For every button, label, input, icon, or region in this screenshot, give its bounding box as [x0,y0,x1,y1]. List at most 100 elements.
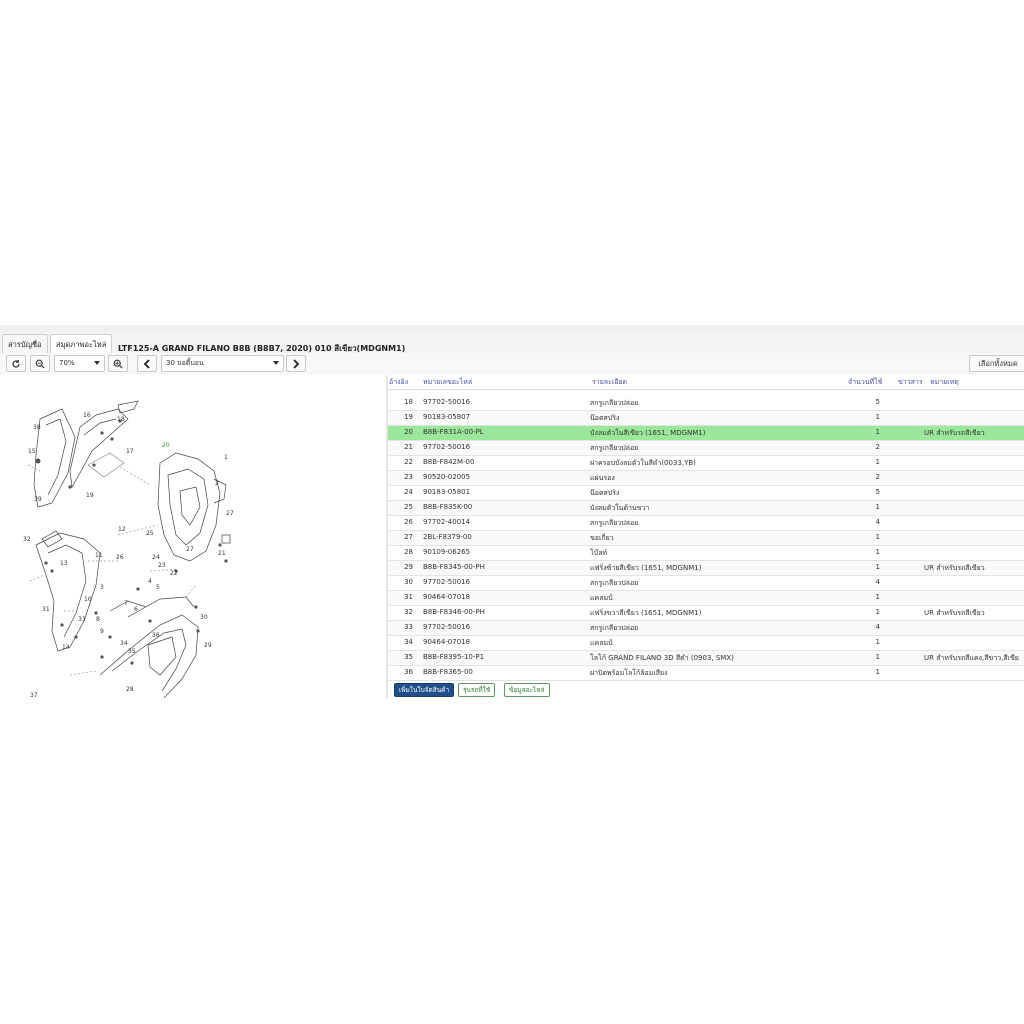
table-row[interactable]: 34 90464-07018 แคลมป์ 1 [388,636,1024,651]
zoom-out-button[interactable] [30,355,50,372]
callout-23[interactable]: 23 [158,562,166,569]
parts-diagram[interactable]: 38 16 18 15 19 17 39 1 27 2 27 12 25 26 … [0,375,386,698]
callout-25[interactable]: 25 [146,530,154,537]
callout-27[interactable]: 27 [226,510,234,517]
callout-7[interactable]: 7 [124,600,128,607]
table-row[interactable]: 27 2BL-F8379-00 ขอเกี่ยว 1 [388,531,1024,546]
callout-26[interactable]: 26 [116,554,124,561]
table-row[interactable]: 23 90520-02005 แผ่นรอง 2 [388,471,1024,486]
callout-37[interactable]: 37 [30,692,38,698]
callout-18[interactable]: 18 [117,416,125,423]
zoom-in-button[interactable] [108,355,128,372]
callout-12[interactable]: 12 [118,526,126,533]
callout-39[interactable]: 39 [34,496,42,503]
table-row[interactable]: 21 97702-50016 สกรูเกลียวปล่อย 2 [388,441,1024,456]
callout-1[interactable]: 1 [224,454,228,461]
table-row[interactable]: 32 B8B-F8346-00-PH แฟริ่งขวาสีเขียว (1651,… [388,606,1024,621]
table-header: อ้างอิง หมายเลขอะไหล่ รายละเอียด จำนวนที… [388,375,1024,390]
cell-ref: 27 [404,533,413,541]
cell-ref: 34 [404,638,413,646]
select-all-button[interactable]: เลือกทั้งหมด [969,355,1024,372]
callout-38[interactable]: 38 [33,424,41,431]
callout-17[interactable]: 17 [126,448,134,455]
callout-16[interactable]: 16 [83,412,91,419]
cell-description: แฟริ่งซ้ายสีเขียว (1651, MDGNM1) [590,564,702,572]
callout-36[interactable]: 36 [152,632,160,639]
tab-parts-catalog[interactable]: สมุดภาพอะไหล่ [50,334,112,353]
callout-31[interactable]: 31 [42,606,50,613]
callout-24[interactable]: 24 [152,554,160,561]
cell-part-number: 90183-05801 [423,488,471,496]
table-row[interactable]: 22 B8B-F842M-00 ฝาครอบบังลมตัวในสีดำ(0033,… [388,456,1024,471]
prev-section-button[interactable] [137,355,157,372]
part-info-button[interactable]: ข้อมูลอะไหล่ [504,683,550,697]
table-row[interactable]: 26 97702-40014 สกรูเกลียวปล่อย 4 [388,516,1024,531]
callout-2[interactable]: 2 [215,480,219,487]
col-header-description[interactable]: รายละเอียด [592,377,627,388]
next-section-button[interactable] [286,355,306,372]
callout-27b[interactable]: 27 [186,546,194,553]
table-row[interactable]: 29 B8B-F8345-00-PH แฟริ่งซ้ายสีเขียว (1651… [388,561,1024,576]
callout-20-highlighted[interactable]: 20 [162,442,170,449]
table-row[interactable]: 19 90183-05807 น๊อตสปริง 1 [388,411,1024,426]
chevron-down-icon [273,361,279,365]
table-row[interactable]: 35 B8B-F8395-10-P1 โลโก้ GRAND FILANO 3D ส… [388,651,1024,666]
cell-ref: 30 [404,578,413,586]
callout-21[interactable]: 21 [218,550,226,557]
table-row[interactable]: 24 90183-05801 น๊อตสปริง 5 [388,486,1024,501]
cell-description: สกรูเกลียวปล่อย [590,399,639,407]
callout-11[interactable]: 11 [95,552,103,559]
tab-index[interactable]: สารบัญชื่อ [2,334,48,353]
cell-quantity: 4 [875,578,880,586]
col-header-news[interactable]: ข่าวสาร [898,377,923,388]
callout-22[interactable]: 22 [170,570,178,577]
col-header-note[interactable]: หมายเหตุ [930,377,959,388]
callout-14[interactable]: 14 [62,644,70,651]
section-select[interactable]: 30 บอดี้บอน [161,355,284,372]
callout-35[interactable]: 35 [128,648,136,655]
callout-15[interactable]: 15 [28,448,36,455]
callout-5[interactable]: 5 [156,584,160,591]
callout-13[interactable]: 13 [60,560,68,567]
callout-9[interactable]: 9 [100,628,104,635]
callout-10[interactable]: 10 [84,596,92,603]
cell-ref: 21 [404,443,413,451]
table-row[interactable]: 36 B8B-F8365-00 ฝาปิดพร้อมโลโก้ล้อมเสียง 1 [388,666,1024,680]
callout-3[interactable]: 3 [100,584,104,591]
cell-ref: 25 [404,503,413,511]
zoom-in-icon [113,359,123,368]
zoom-select[interactable]: 70% [54,355,105,372]
table-row[interactable]: 31 90464-07018 แคลมป์ 1 [388,591,1024,606]
cell-description: โลโก้ GRAND FILANO 3D สีดำ (0903, SMX) [590,654,734,662]
refresh-button[interactable] [6,355,26,372]
col-header-part-number[interactable]: หมายเลขอะไหล่ [423,377,472,388]
callout-28[interactable]: 28 [126,686,134,693]
callout-8[interactable]: 8 [96,616,100,623]
compatible-models-button[interactable]: รุ่นรถที่ใช้ [458,683,496,697]
table-row[interactable]: 28 90109-06265 โบ๊ลท์ 1 [388,546,1024,561]
table-row[interactable]: 18 97702-50016 สกรูเกลียวปล่อย 5 [388,396,1024,411]
col-header-quantity[interactable]: จำนวนที่ใช้ [848,377,882,388]
cell-quantity: 5 [875,398,880,406]
callout-33[interactable]: 33 [78,616,86,623]
cell-part-number: 97702-50016 [423,398,471,406]
cell-quantity: 1 [875,593,880,601]
cell-ref: 19 [404,413,413,421]
callout-4[interactable]: 4 [148,578,152,585]
callout-30[interactable]: 30 [200,614,208,621]
cell-quantity: 5 [875,488,880,496]
add-to-list-button[interactable]: เพิ่มในใบจัดสินค้า [394,683,455,697]
cell-description: โบ๊ลท์ [590,549,608,557]
table-row[interactable]: 25 B8B-F835K-00 บังลมตัวในด้านขวา 1 [388,501,1024,516]
table-row[interactable]: 33 97702-50016 สกรูเกลียวปล่อย 4 [388,621,1024,636]
table-row[interactable]: 30 97702-50016 สกรูเกลียวปล่อย 4 [388,576,1024,591]
callout-6[interactable]: 6 [134,606,138,613]
cell-description: ฝาครอบบังลมตัวในสีดำ(0033,YB) [590,459,696,467]
callout-34[interactable]: 34 [120,640,128,647]
callout-19[interactable]: 19 [86,492,94,499]
col-header-ref[interactable]: อ้างอิง [389,377,408,388]
callout-29[interactable]: 29 [204,642,212,649]
table-row[interactable]: 20 B8B-F831A-00-PL บังลมตัวในสีเขียว (1651… [388,426,1024,441]
callout-32[interactable]: 32 [23,536,31,543]
cell-description: แผ่นรอง [590,474,615,482]
